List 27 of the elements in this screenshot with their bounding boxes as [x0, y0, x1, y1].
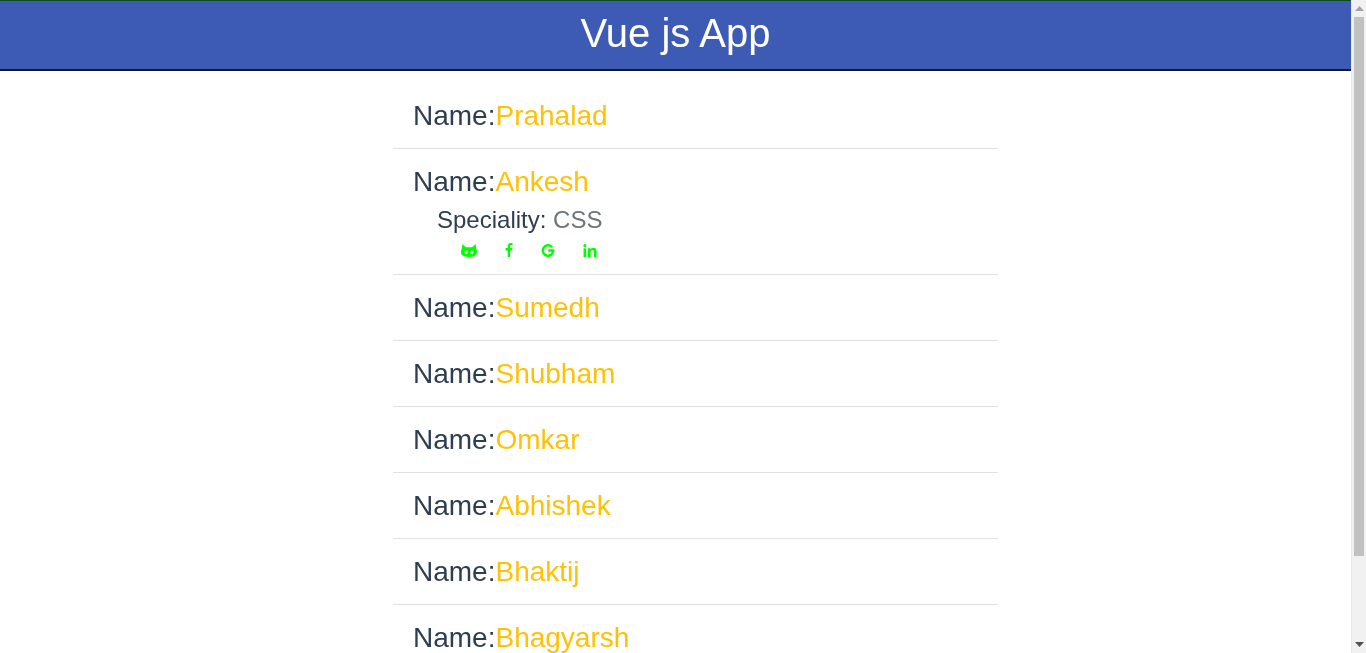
app-title: Vue js App	[580, 12, 771, 53]
speciality-value: CSS	[553, 206, 603, 233]
person-name: Prahalad	[495, 100, 608, 131]
person-name: Abhishek	[495, 490, 611, 521]
name-label: Name:	[413, 292, 496, 323]
name-label: Name:	[413, 556, 496, 587]
speciality-label: Speciality:	[437, 206, 547, 233]
person-name: Shubham	[495, 358, 616, 389]
name-label: Name:	[413, 622, 496, 653]
g-logo-icon[interactable]	[541, 243, 555, 257]
scroll-down-icon[interactable]	[1354, 642, 1364, 647]
in-logo-icon[interactable]	[583, 243, 597, 257]
f-logo-icon[interactable]	[505, 243, 513, 257]
name-label: Name:	[413, 100, 496, 131]
name-label: Name:	[413, 358, 496, 389]
cat-icon[interactable]	[461, 243, 477, 257]
person-name: Bhagyarsh	[495, 622, 630, 653]
person-name: Ankesh	[495, 166, 589, 197]
person-name: Omkar	[495, 424, 580, 455]
scroll-up-icon[interactable]	[1354, 6, 1364, 11]
person-name: Bhaktij	[495, 556, 580, 587]
name-label: Name:	[413, 424, 496, 455]
person-name: Sumedh	[495, 292, 600, 323]
name-label: Name:	[413, 490, 496, 521]
scrollbar-thumb[interactable]	[1354, 17, 1364, 556]
name-label: Name:	[413, 166, 496, 197]
scrollbar[interactable]	[1351, 0, 1366, 653]
